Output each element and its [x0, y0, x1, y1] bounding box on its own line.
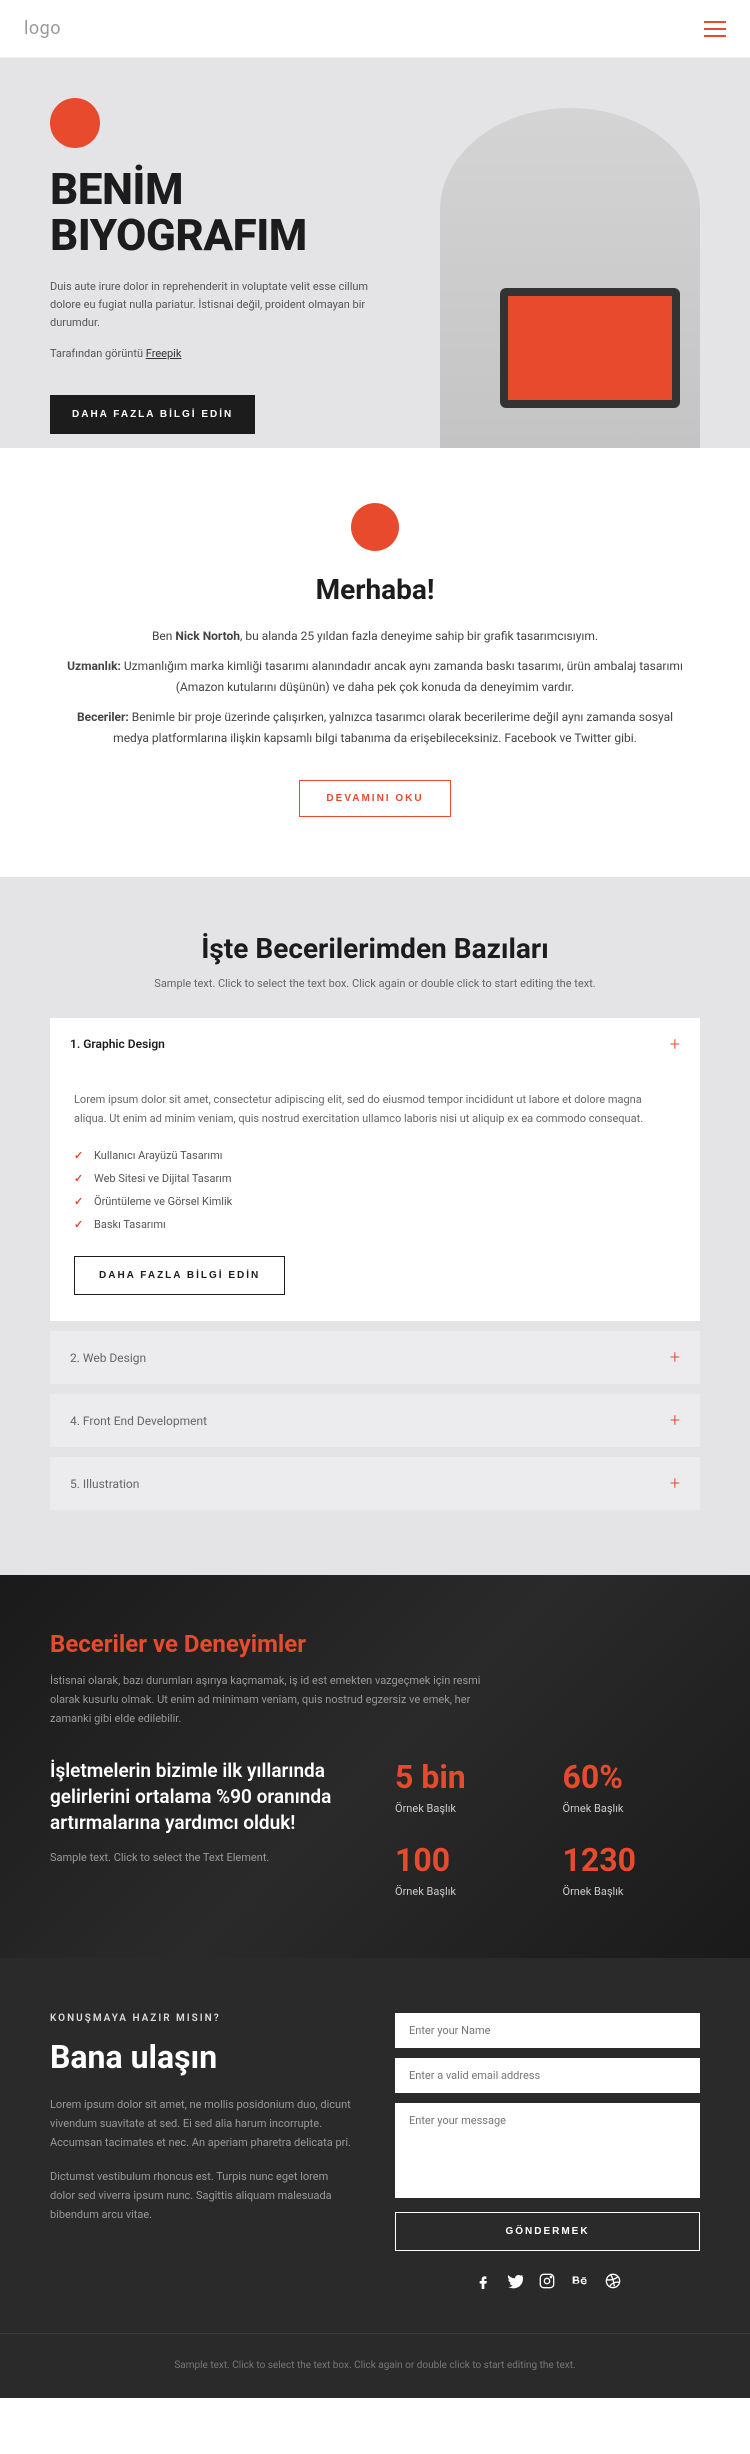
stat-value: 1230 [563, 1841, 701, 1879]
name-input[interactable] [395, 2013, 700, 2048]
intro-title: Merhaba! [60, 573, 690, 606]
footer: Sample text. Click to select the text bo… [0, 2333, 750, 2398]
contact-p1: Lorem ipsum dolor sit amet, ne mollis po… [50, 2096, 355, 2152]
stat-label: Örnek Başlık [563, 1885, 701, 1898]
stat-item: 1230 Örnek Başlık [563, 1841, 701, 1898]
accordion-header[interactable]: 5. Illustration + [50, 1457, 700, 1510]
hero-credit: Tarafından görüntü Freepik [50, 345, 370, 363]
skills-title: İşte Becerilerimden Bazıları [50, 932, 700, 965]
skills-section: İşte Becerilerimden Bazıları Sample text… [0, 877, 750, 1575]
message-input[interactable] [395, 2103, 700, 2198]
accordion-header[interactable]: 1. Graphic Design + [50, 1018, 700, 1071]
hero-section: BENİM biyografim Duis aute irure dolor i… [0, 58, 750, 448]
accordion-label: 1. Graphic Design [70, 1037, 165, 1051]
exp-desc: İstisnai olarak, bazı durumları aşırıya … [50, 1672, 510, 1728]
accordion-body: Lorem ipsum dolor sit amet, consectetur … [50, 1071, 700, 1321]
accent-dot [50, 98, 100, 148]
menu-icon[interactable] [704, 21, 726, 37]
contact-p2: Dictumst vestibulum rhoncus est. Turpis … [50, 2168, 355, 2224]
hero-title: BENİM biyografim [50, 166, 370, 258]
stat-value: 100 [395, 1841, 533, 1879]
instagram-icon[interactable] [539, 2273, 555, 2293]
stat-label: Örnek Başlık [395, 1885, 533, 1898]
hero-image [350, 98, 730, 448]
accordion-item: 4. Front End Development + [50, 1394, 700, 1447]
stat-item: 100 Örnek Başlık [395, 1841, 533, 1898]
exp-subtitle: İşletmelerin bizimle ilk yıllarında geli… [50, 1758, 355, 1835]
intro-p3: Beceriler: Benimle bir proje üzerinde ça… [60, 707, 690, 750]
stat-label: Örnek Başlık [563, 1802, 701, 1815]
stat-value: 5 bin [395, 1758, 533, 1796]
intro-p2: Uzmanlık: Uzmanlığım marka kimliği tasar… [60, 656, 690, 699]
list-item: Web Sitesi ve Dijital Tasarım [74, 1167, 676, 1190]
contact-title: Bana ulaşın [50, 2038, 355, 2076]
learn-more-button[interactable]: DAHA FAZLA BİLGİ EDİN [50, 395, 255, 434]
accent-dot [351, 503, 399, 551]
accordion-item: 1. Graphic Design + Lorem ipsum dolor si… [50, 1018, 700, 1321]
accordion-text: Lorem ipsum dolor sit amet, consectetur … [74, 1091, 676, 1128]
plus-icon: + [670, 1034, 680, 1055]
accordion-item: 5. Illustration + [50, 1457, 700, 1510]
list-item: Baskı Tasarımı [74, 1213, 676, 1236]
facebook-icon[interactable] [475, 2273, 491, 2293]
accordion-label: 2. Web Design [70, 1351, 146, 1365]
skills-subtitle: Sample text. Click to select the text bo… [50, 977, 700, 990]
experience-section: Beceriler ve Deneyimler İstisnai olarak,… [0, 1575, 750, 1958]
accordion-label: 5. Illustration [70, 1477, 139, 1491]
plus-icon: + [670, 1410, 680, 1431]
accordion-label: 4. Front End Development [70, 1414, 207, 1428]
header: logo [0, 0, 750, 58]
contact-eyebrow: KONUŞMAYA HAZIR MISIN? [50, 2013, 355, 2024]
contact-form: GÖNDERMEK [395, 2013, 700, 2293]
accordion-header[interactable]: 4. Front End Development + [50, 1394, 700, 1447]
logo[interactable]: logo [24, 18, 61, 39]
exp-title: Beceriler ve Deneyimler [50, 1630, 700, 1658]
submit-button[interactable]: GÖNDERMEK [395, 2212, 700, 2251]
dribbble-icon[interactable] [605, 2273, 621, 2293]
behance-icon[interactable] [571, 2273, 589, 2293]
stat-item: 5 bin Örnek Başlık [395, 1758, 533, 1815]
exp-sample: Sample text. Click to select the Text El… [50, 1851, 355, 1864]
list-item: Kullanıcı Arayüzü Tasarımı [74, 1144, 676, 1167]
plus-icon: + [670, 1473, 680, 1494]
stat-item: 60% Örnek Başlık [563, 1758, 701, 1815]
accordion-header[interactable]: 2. Web Design + [50, 1331, 700, 1384]
intro-p1: Ben Nick Nortoh, bu alanda 25 yıldan faz… [60, 626, 690, 648]
list-item: Örüntüleme ve Görsel Kimlik [74, 1190, 676, 1213]
credit-link[interactable]: Freepik [146, 347, 182, 360]
hero-desc: Duis aute irure dolor in reprehenderit i… [50, 278, 370, 331]
twitter-icon[interactable] [507, 2273, 523, 2293]
learn-more-button[interactable]: DAHA FAZLA BİLGİ EDİN [74, 1256, 285, 1295]
social-links [395, 2273, 700, 2293]
intro-section: Merhaba! Ben Nick Nortoh, bu alanda 25 y… [0, 448, 750, 877]
email-input[interactable] [395, 2058, 700, 2093]
footer-text: Sample text. Click to select the text bo… [24, 2358, 726, 2374]
contact-section: KONUŞMAYA HAZIR MISIN? Bana ulaşın Lorem… [0, 1958, 750, 2333]
read-more-button[interactable]: DEVAMINI OKU [299, 780, 450, 817]
plus-icon: + [670, 1347, 680, 1368]
accordion-item: 2. Web Design + [50, 1331, 700, 1384]
stat-value: 60% [563, 1758, 701, 1796]
stat-label: Örnek Başlık [395, 1802, 533, 1815]
